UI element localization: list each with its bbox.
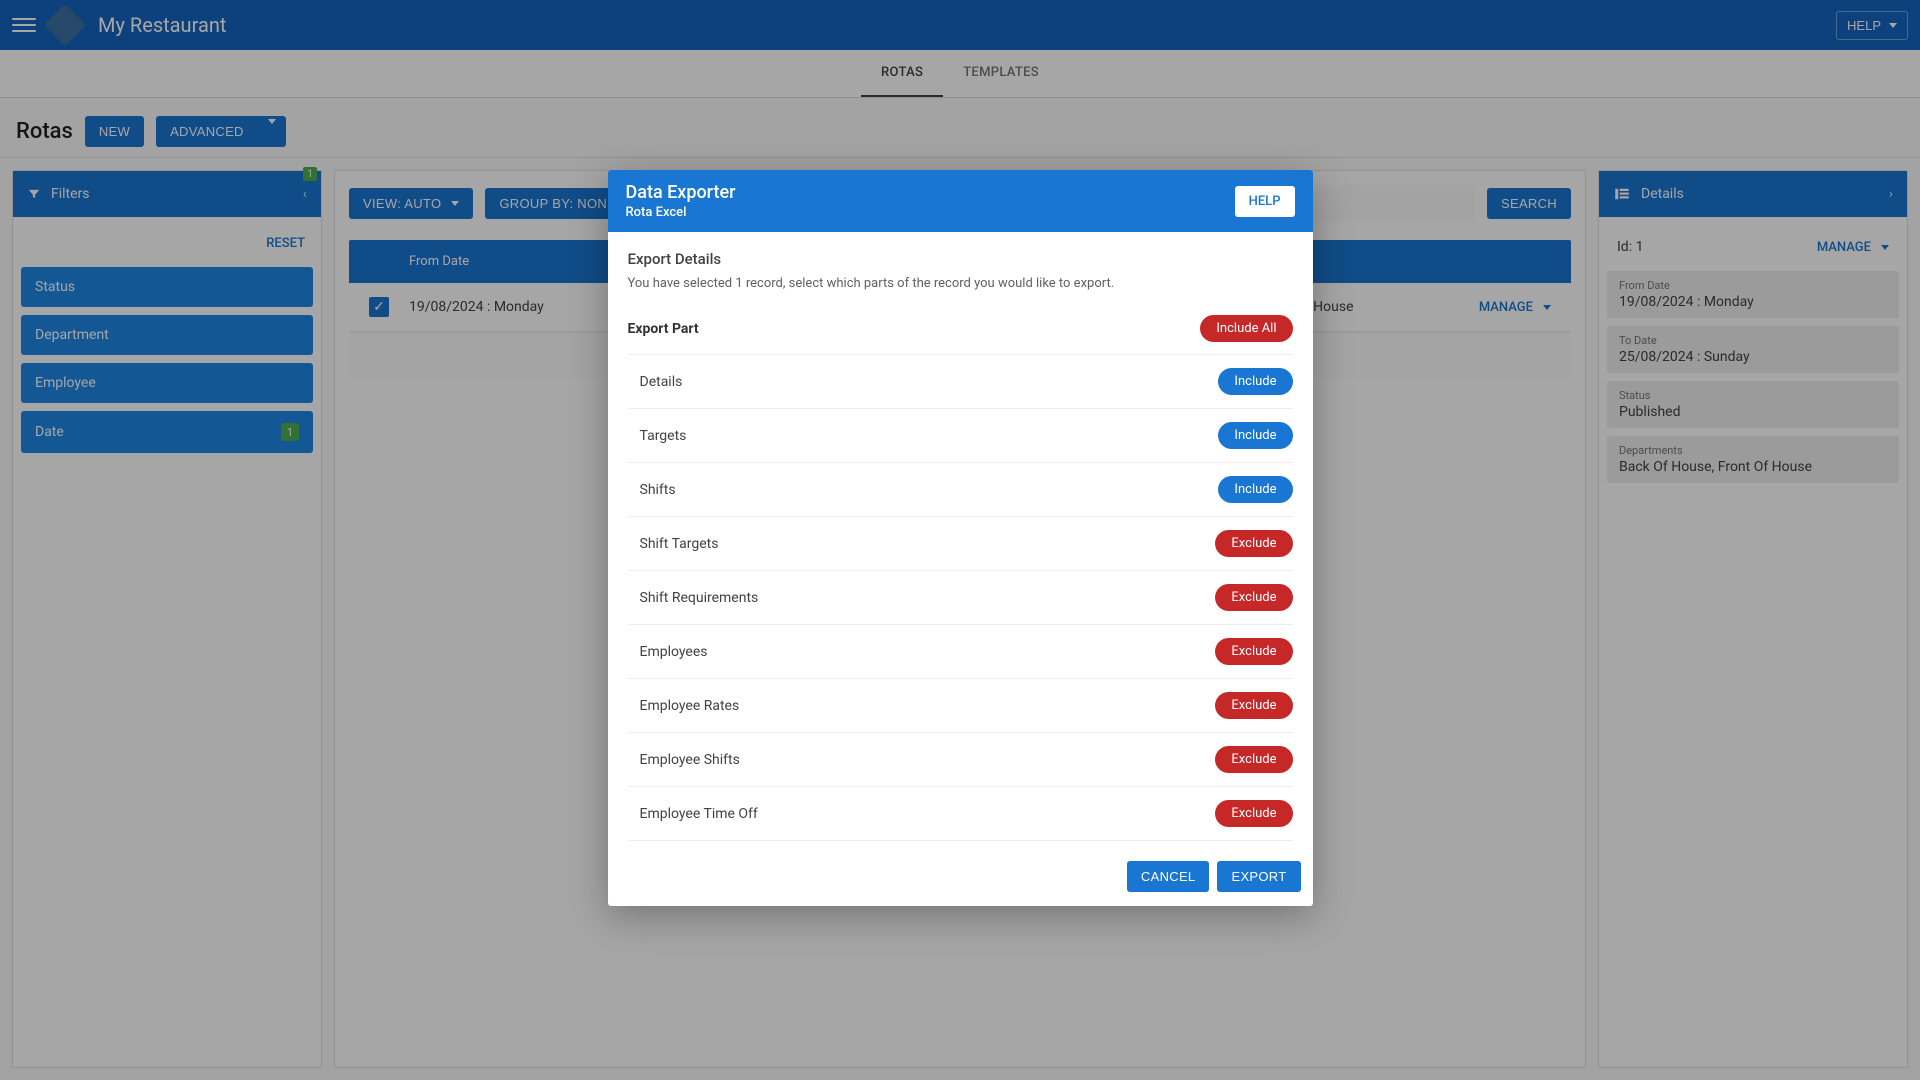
dialog-body: Export Details You have selected 1 recor… bbox=[608, 232, 1313, 847]
export-part-label: Shift Requirements bbox=[640, 590, 759, 606]
dialog-title: Data Exporter bbox=[626, 182, 736, 203]
export-part-label: Employee Rates bbox=[640, 698, 740, 714]
exclude-toggle[interactable]: Exclude bbox=[1215, 638, 1292, 665]
include-toggle[interactable]: Include bbox=[1218, 422, 1292, 449]
dialog-footer: CANCEL EXPORT bbox=[608, 847, 1313, 906]
export-part-row: Employee Shifts Exclude bbox=[628, 733, 1293, 787]
export-part-row: Shifts Include bbox=[628, 463, 1293, 517]
dialog-description: You have selected 1 record, select which… bbox=[628, 276, 1293, 291]
export-part-label: Shift Targets bbox=[640, 536, 719, 552]
cancel-button[interactable]: CANCEL bbox=[1127, 861, 1210, 892]
export-part-label: Employee Time Off bbox=[640, 806, 758, 822]
export-part-label: Shifts bbox=[640, 482, 676, 498]
include-all-button[interactable]: Include All bbox=[1200, 315, 1292, 342]
dialog-help-button[interactable]: HELP bbox=[1235, 186, 1295, 217]
export-part-label: Targets bbox=[640, 428, 687, 444]
include-toggle[interactable]: Include bbox=[1218, 368, 1292, 395]
export-part-row: Shift Requirements Exclude bbox=[628, 571, 1293, 625]
export-part-row: Details Include bbox=[628, 355, 1293, 409]
exclude-toggle[interactable]: Exclude bbox=[1215, 692, 1292, 719]
export-part-row: Employee Time Off Exclude bbox=[628, 787, 1293, 841]
export-part-row: Shift Targets Exclude bbox=[628, 517, 1293, 571]
dialog-section-title: Export Details bbox=[628, 250, 1293, 268]
parts-label: Export Part bbox=[628, 321, 699, 337]
export-part-label: Employees bbox=[640, 644, 708, 660]
export-part-label: Details bbox=[640, 374, 683, 390]
parts-header: Export Part Include All bbox=[628, 307, 1293, 355]
export-part-row: Targets Include bbox=[628, 409, 1293, 463]
include-toggle[interactable]: Include bbox=[1218, 476, 1292, 503]
exclude-toggle[interactable]: Exclude bbox=[1215, 530, 1292, 557]
exclude-toggle[interactable]: Exclude bbox=[1215, 746, 1292, 773]
dialog-header: Data Exporter Rota Excel HELP bbox=[608, 170, 1313, 232]
export-part-row: Employee Rates Exclude bbox=[628, 679, 1293, 733]
dialog-subtitle: Rota Excel bbox=[626, 205, 736, 220]
export-part-row: Employees Exclude bbox=[628, 625, 1293, 679]
data-exporter-dialog: Data Exporter Rota Excel HELP Export Det… bbox=[608, 170, 1313, 906]
export-part-label: Employee Shifts bbox=[640, 752, 740, 768]
exclude-toggle[interactable]: Exclude bbox=[1215, 800, 1292, 827]
export-button[interactable]: EXPORT bbox=[1217, 861, 1300, 892]
exclude-toggle[interactable]: Exclude bbox=[1215, 584, 1292, 611]
modal-overlay[interactable]: Data Exporter Rota Excel HELP Export Det… bbox=[0, 0, 1920, 1080]
